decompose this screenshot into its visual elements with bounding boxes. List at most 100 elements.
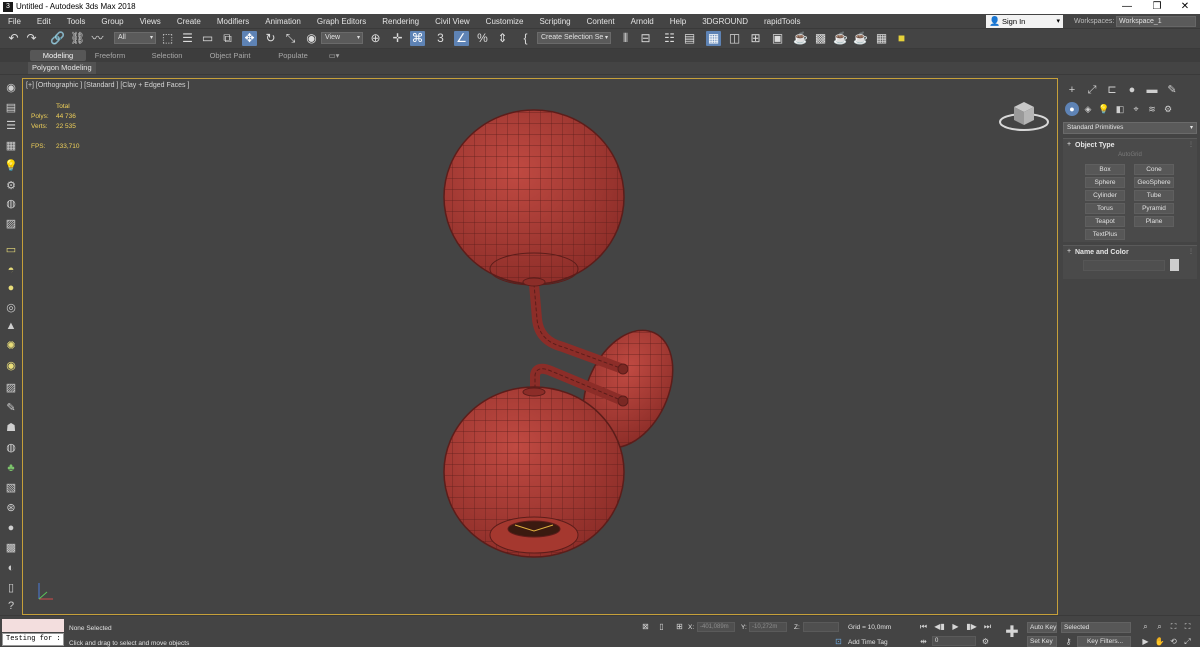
maxscript-input[interactable]: Testing for :	[2, 633, 64, 646]
space-warps-icon[interactable]: ≋	[1145, 102, 1159, 116]
name-and-color-title[interactable]: Name and Color	[1075, 249, 1129, 256]
document-icon[interactable]: ▤	[4, 101, 18, 115]
menu-tools[interactable]: Tools	[59, 14, 94, 29]
sign-in-button[interactable]: 👤 Sign In ▾	[986, 15, 1063, 28]
tab-selection[interactable]: Selection	[145, 50, 189, 61]
cameras-icon[interactable]: ◧	[1113, 102, 1127, 116]
menu-create[interactable]: Create	[169, 14, 209, 29]
reference-coordinate-dropdown[interactable]: View ▾	[321, 32, 363, 44]
menu-views[interactable]: Views	[132, 14, 169, 29]
render-activeshade-icon[interactable]: ☕	[853, 31, 868, 46]
menu-file[interactable]: File	[0, 14, 29, 29]
utilities-tab-icon[interactable]: ✎	[1163, 82, 1181, 98]
menu-civil-view[interactable]: Civil View	[427, 14, 478, 29]
ribbon-options-icon[interactable]: ▭▾	[324, 50, 344, 61]
menu-group[interactable]: Group	[93, 14, 131, 29]
mirror-icon[interactable]: ⫴	[618, 31, 633, 46]
hierarchy-tab-icon[interactable]: ⊏	[1103, 82, 1121, 98]
lightbulb-icon[interactable]: 💡	[4, 159, 18, 173]
zoom-extents-icon[interactable]: ⛶	[1168, 621, 1179, 632]
menu-scripting[interactable]: Scripting	[531, 14, 578, 29]
pivot-center-icon[interactable]: ⊕	[368, 31, 383, 46]
tab-polygon-modeling[interactable]: Polygon Modeling	[28, 62, 96, 74]
plant-icon[interactable]: ♣	[4, 461, 18, 475]
zoom-icon[interactable]: ⌕	[1140, 621, 1151, 632]
lights-icon[interactable]: 💡	[1097, 102, 1111, 116]
angle-snap-icon[interactable]: ∠	[454, 31, 469, 46]
cone-icon[interactable]: ▲	[4, 319, 18, 333]
modify-tab-icon[interactable]: ⤢	[1083, 82, 1101, 98]
layer-explorer-icon[interactable]: ▤	[682, 31, 697, 46]
object-type-title[interactable]: Object Type	[1075, 142, 1115, 149]
menu-customize[interactable]: Customize	[478, 14, 532, 29]
paint-icon[interactable]: ✎	[4, 401, 18, 415]
create-tab-icon[interactable]: +	[1063, 82, 1081, 98]
zoom-all-icon[interactable]: ⌕	[1154, 621, 1165, 632]
menu-3dground[interactable]: 3DGROUND	[694, 14, 756, 29]
tape-icon[interactable]: ◍	[4, 197, 18, 211]
curve-editor-icon[interactable]: ◫	[727, 31, 742, 46]
helpers-icon[interactable]: ⌖	[1129, 102, 1143, 116]
select-and-rotate-icon[interactable]: ↻	[263, 31, 278, 46]
perspective-viewport[interactable]: [+] [Orthographic ] [Standard ] [Clay + …	[22, 78, 1058, 615]
isolate-icon[interactable]: ▯	[656, 621, 667, 632]
systems-icon[interactable]: ⚙	[1161, 102, 1175, 116]
render-setup-icon[interactable]: ☕	[793, 31, 808, 46]
go-to-end-icon[interactable]: ⏭	[982, 621, 993, 632]
maxscript-output[interactable]	[2, 619, 64, 632]
menu-content[interactable]: Content	[579, 14, 623, 29]
select-and-scale-icon[interactable]: ⤡	[283, 31, 298, 46]
file-icon[interactable]: ▯	[4, 581, 18, 595]
redo-icon[interactable]: ↷	[24, 31, 39, 46]
cone-button[interactable]: Cone	[1134, 164, 1174, 175]
sphere-button[interactable]: Sphere	[1085, 177, 1125, 188]
script-plugin-icon[interactable]: ■	[894, 31, 909, 46]
object-color-swatch[interactable]	[1170, 259, 1179, 271]
globe-icon[interactable]: ◍	[4, 441, 18, 455]
time-configuration-icon[interactable]: ⚙	[980, 636, 991, 647]
target-icon[interactable]: ◉	[4, 359, 18, 373]
snaps-toggle-icon[interactable]: 3	[433, 31, 448, 46]
edit-named-selection-icon[interactable]: {	[518, 31, 533, 46]
list-icon[interactable]: ☰	[4, 119, 18, 133]
scene-explorer-toggle-icon[interactable]: ◉	[4, 81, 18, 95]
menu-animation[interactable]: Animation	[257, 14, 309, 29]
selection-filter-dropdown[interactable]: All ▾	[114, 32, 156, 44]
field-of-view-icon[interactable]: ▶	[1140, 636, 1151, 647]
zoom-extents-all-icon[interactable]: ⛶	[1182, 621, 1193, 632]
toggle-ribbon-icon[interactable]: ▦	[706, 31, 721, 46]
menu-arnold[interactable]: Arnold	[623, 14, 662, 29]
lock-selection-icon[interactable]: ⊠	[640, 621, 651, 632]
spinner-snap-icon[interactable]: ⇕	[495, 31, 510, 46]
tab-populate[interactable]: Populate	[270, 50, 316, 61]
tube-button[interactable]: Tube	[1134, 190, 1174, 201]
teapot-button[interactable]: Teapot	[1085, 216, 1125, 227]
add-time-tag[interactable]: Add Time Tag	[848, 639, 888, 646]
previous-frame-icon[interactable]: ◀▮	[934, 621, 945, 632]
select-by-name-icon[interactable]: ☰	[180, 31, 195, 46]
sun-light-icon[interactable]: ✺	[4, 339, 18, 353]
rollout-toggle[interactable]: +	[1067, 248, 1071, 255]
grid-list-icon[interactable]: ▦	[4, 139, 18, 153]
key-mode-dropdown[interactable]: Selected	[1061, 622, 1131, 633]
plane-button[interactable]: Plane	[1134, 216, 1174, 227]
scene-explorer-icon[interactable]: ☷	[662, 31, 677, 46]
container-icon[interactable]: ▨	[4, 217, 18, 231]
bind-space-warp-icon[interactable]: 〰	[90, 31, 105, 46]
torus-icon[interactable]: ◎	[4, 301, 18, 315]
keyboard-shortcut-override-icon[interactable]: ⌘	[410, 31, 425, 46]
pyramid-button[interactable]: Pyramid	[1134, 203, 1174, 214]
close-button[interactable]: ✕	[1170, 0, 1200, 14]
undo-icon[interactable]: ↶	[6, 31, 21, 46]
display-tab-icon[interactable]: ▬	[1143, 82, 1161, 98]
window-crossing-icon[interactable]: ⧉	[220, 31, 235, 46]
rectangular-selection-icon[interactable]: ▭	[200, 31, 215, 46]
schematic-view-icon[interactable]: ⊞	[748, 31, 763, 46]
percent-snap-icon[interactable]: %	[475, 31, 490, 46]
geometry-icon[interactable]: ●	[1065, 102, 1079, 116]
select-and-move-icon[interactable]: ✥	[242, 31, 257, 46]
texture-icon[interactable]: ▩	[4, 541, 18, 555]
select-object-icon[interactable]: ⬚	[160, 31, 175, 46]
current-frame-field[interactable]: 0	[932, 636, 976, 646]
layers-icon[interactable]: ⚙	[4, 179, 18, 193]
